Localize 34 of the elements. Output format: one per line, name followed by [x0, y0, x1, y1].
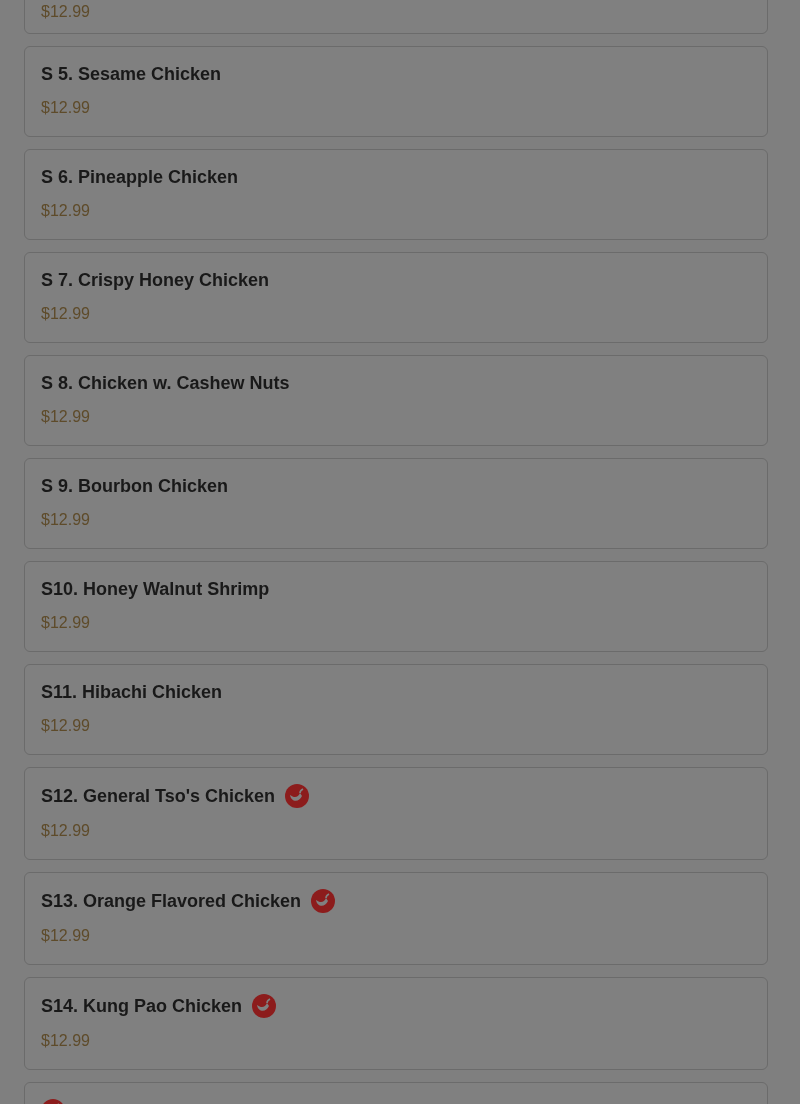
dish-name: S13. Orange Flavored Chicken — [41, 890, 302, 912]
dish-price: $12.99 — [41, 821, 90, 841]
menu-item-card[interactable]: S 5. Sesame Chicken $12.99 — [24, 46, 768, 137]
menu-item-card[interactable]: S14. Kung Pao Chicken $12.99 — [24, 977, 768, 1070]
dish-name: S12. General Tso's Chicken — [41, 785, 276, 807]
dish-name: S 5. Sesame Chicken — [41, 63, 222, 85]
dish-price: $12.99 — [41, 2, 90, 22]
dish-price: $12.99 — [41, 716, 90, 736]
dish-name: S 9. Bourbon Chicken — [41, 475, 229, 497]
menu-item-card[interactable]: S 8. Chicken w. Cashew Nuts $12.99 — [24, 355, 768, 446]
dish-name: S 8. Chicken w. Cashew Nuts — [41, 372, 290, 394]
dish-price: $12.99 — [41, 510, 90, 530]
menu-item-card[interactable]: S12. General Tso's Chicken $12.99 — [24, 767, 768, 860]
chili-pepper-icon — [311, 889, 336, 913]
dish-price: $12.99 — [41, 201, 90, 221]
dish-name: S11. Hibachi Chicken — [41, 681, 223, 703]
chili-pepper-icon — [285, 784, 310, 808]
menu-item-card[interactable]: S11. Hibachi Chicken $12.99 — [24, 664, 768, 755]
menu-item-card[interactable]: S10. Honey Walnut Shrimp $12.99 — [24, 561, 768, 652]
dish-price: $12.99 — [41, 304, 90, 324]
dish-price: $12.99 — [41, 407, 90, 427]
dish-price: $12.99 — [41, 98, 90, 118]
dish-name: S 7. Crispy Honey Chicken — [41, 269, 270, 291]
menu-item-card[interactable]: S 9. Bourbon Chicken $12.99 — [24, 458, 768, 549]
dish-price: $12.99 — [41, 613, 90, 633]
menu-item-card[interactable]: S13. Orange Flavored Chicken $12.99 — [24, 872, 768, 965]
dish-name: S 6. Pineapple Chicken — [41, 166, 239, 188]
dish-price: $12.99 — [41, 926, 90, 946]
chili-pepper-icon — [252, 994, 277, 1018]
dish-name: S10. Honey Walnut Shrimp — [41, 578, 270, 600]
dish-name: S14. Kung Pao Chicken — [41, 995, 243, 1017]
menu-item-card[interactable]: S 7. Crispy Honey Chicken $12.99 — [24, 252, 768, 343]
menu-item-card[interactable]: S 6. Pineapple Chicken $12.99 — [24, 149, 768, 240]
dish-price: $12.99 — [41, 1031, 90, 1051]
